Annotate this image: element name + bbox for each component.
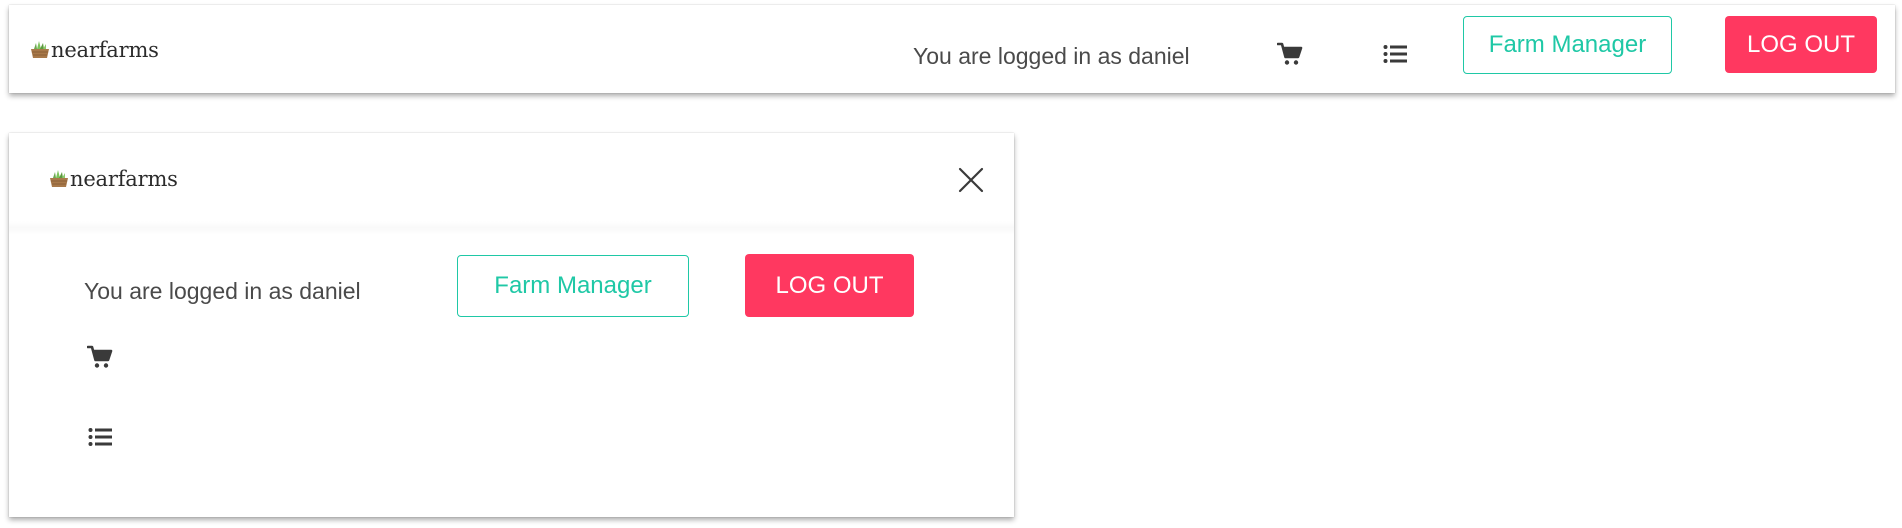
brand-name: nearfarms xyxy=(51,38,159,62)
list-icon xyxy=(1383,45,1407,63)
brand-logo[interactable]: nearfarms xyxy=(49,167,178,191)
close-icon xyxy=(958,167,984,193)
cart-button[interactable] xyxy=(83,340,117,374)
brand-logo[interactable]: nearfarms xyxy=(30,38,159,62)
close-menu-button[interactable] xyxy=(954,163,988,197)
divider xyxy=(9,221,1014,235)
cart-icon xyxy=(1277,42,1303,65)
list-button[interactable] xyxy=(1378,37,1412,71)
list-icon xyxy=(88,428,112,446)
mobile-menu-panel: nearfarms You are logged in as daniel Fa… xyxy=(9,133,1014,517)
logged-in-status: You are logged in as daniel xyxy=(913,43,1190,69)
desktop-navbar: nearfarms You are logged in as daniel Fa… xyxy=(9,5,1895,93)
cart-icon xyxy=(87,345,113,368)
brand-name: nearfarms xyxy=(70,167,178,191)
basket-logo-icon xyxy=(49,169,69,189)
basket-logo-icon xyxy=(30,40,50,60)
logged-in-status: You are logged in as daniel xyxy=(84,278,361,304)
farm-manager-button[interactable]: Farm Manager xyxy=(457,255,689,317)
cart-button[interactable] xyxy=(1273,37,1307,71)
list-button[interactable] xyxy=(83,420,117,454)
logout-button[interactable]: LOG OUT xyxy=(745,254,914,317)
farm-manager-button[interactable]: Farm Manager xyxy=(1463,16,1672,74)
logout-button[interactable]: LOG OUT xyxy=(1725,16,1877,73)
